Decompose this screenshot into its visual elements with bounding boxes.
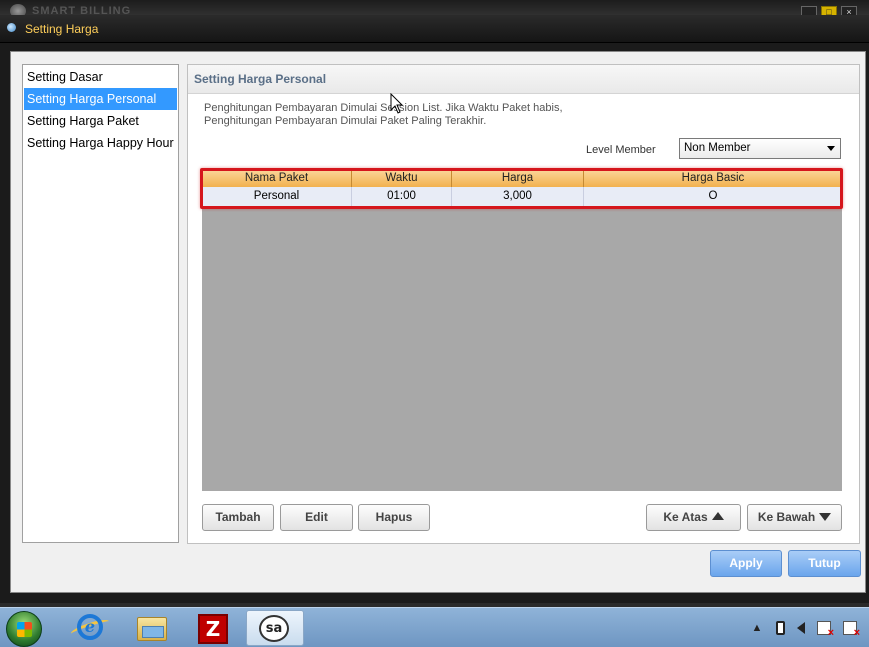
chevron-down-icon (827, 146, 835, 151)
smart-billing-icon: sa (259, 615, 289, 642)
start-button[interactable] (6, 611, 42, 647)
taskbar-internet-explorer[interactable]: e (62, 610, 116, 646)
dialog-app-icon (7, 23, 16, 32)
setting-harga-dialog: Setting Harga Setting Dasar Setting Harg… (0, 15, 869, 603)
tutup-button[interactable]: Tutup (788, 550, 861, 577)
apply-button[interactable]: Apply (710, 550, 782, 577)
folder-icon (137, 617, 167, 641)
settings-panel: Setting Harga Personal Penghitungan Pemb… (187, 64, 860, 544)
internet-explorer-icon: e (77, 614, 103, 640)
panel-description: Penghitungan Pembayaran Dimulai Session … (204, 102, 563, 128)
panel-title: Setting Harga Personal (188, 65, 859, 94)
taskbar-smart-billing[interactable]: sa (246, 610, 304, 646)
settings-sidebar: Setting Dasar Setting Harga Personal Set… (22, 64, 179, 543)
sidebar-item-setting-harga-happy-hour[interactable]: Setting Harga Happy Hour (24, 132, 177, 154)
arrow-up-icon (711, 512, 724, 520)
ke-bawah-label: Ke Bawah (757, 510, 816, 524)
description-line-2: Penghitungan Pembayaran Dimulai Paket Pa… (204, 115, 487, 127)
battery-icon[interactable] (776, 621, 785, 635)
sidebar-item-setting-dasar[interactable]: Setting Dasar (24, 66, 177, 88)
ke-atas-button[interactable]: Ke Atas (646, 504, 741, 531)
hapus-button[interactable]: Hapus (358, 504, 430, 531)
show-hidden-icons-icon[interactable]: ▲ (750, 621, 764, 635)
level-member-label: Level Member (586, 144, 656, 156)
dialog-title: Setting Harga (25, 22, 99, 36)
taskbar-windows-explorer[interactable] (124, 610, 178, 646)
arrow-down-icon (819, 513, 832, 521)
level-member-select[interactable]: Non Member (679, 138, 841, 159)
ke-atas-label: Ke Atas (663, 510, 708, 524)
network-icon[interactable] (817, 621, 834, 639)
sidebar-item-setting-harga-paket[interactable]: Setting Harga Paket (24, 110, 177, 132)
dialog-titlebar[interactable]: Setting Harga (0, 15, 869, 43)
filezilla-icon: Z (198, 614, 228, 644)
description-line-1: Penghitungan Pembayaran Dimulai Session … (204, 102, 563, 114)
tambah-button[interactable]: Tambah (202, 504, 274, 531)
price-table: Nama Paket Waktu Harga Harga Basic Perso… (202, 170, 842, 491)
action-center-flag-icon[interactable] (843, 621, 860, 639)
red-highlight-box (200, 168, 843, 209)
volume-icon[interactable] (797, 622, 805, 634)
windows-logo-icon (17, 622, 32, 637)
mouse-pointer-icon (390, 93, 404, 114)
level-member-value: Non Member (684, 142, 751, 154)
ke-bawah-button[interactable]: Ke Bawah (747, 504, 842, 531)
taskbar-filezilla[interactable]: Z (186, 610, 240, 646)
windows-taskbar: e Z sa ▲ (0, 607, 869, 647)
dialog-client-area: Setting Dasar Setting Harga Personal Set… (10, 51, 866, 593)
edit-button[interactable]: Edit (280, 504, 353, 531)
sidebar-item-setting-harga-personal[interactable]: Setting Harga Personal (24, 88, 177, 110)
system-tray: ▲ (750, 621, 860, 639)
